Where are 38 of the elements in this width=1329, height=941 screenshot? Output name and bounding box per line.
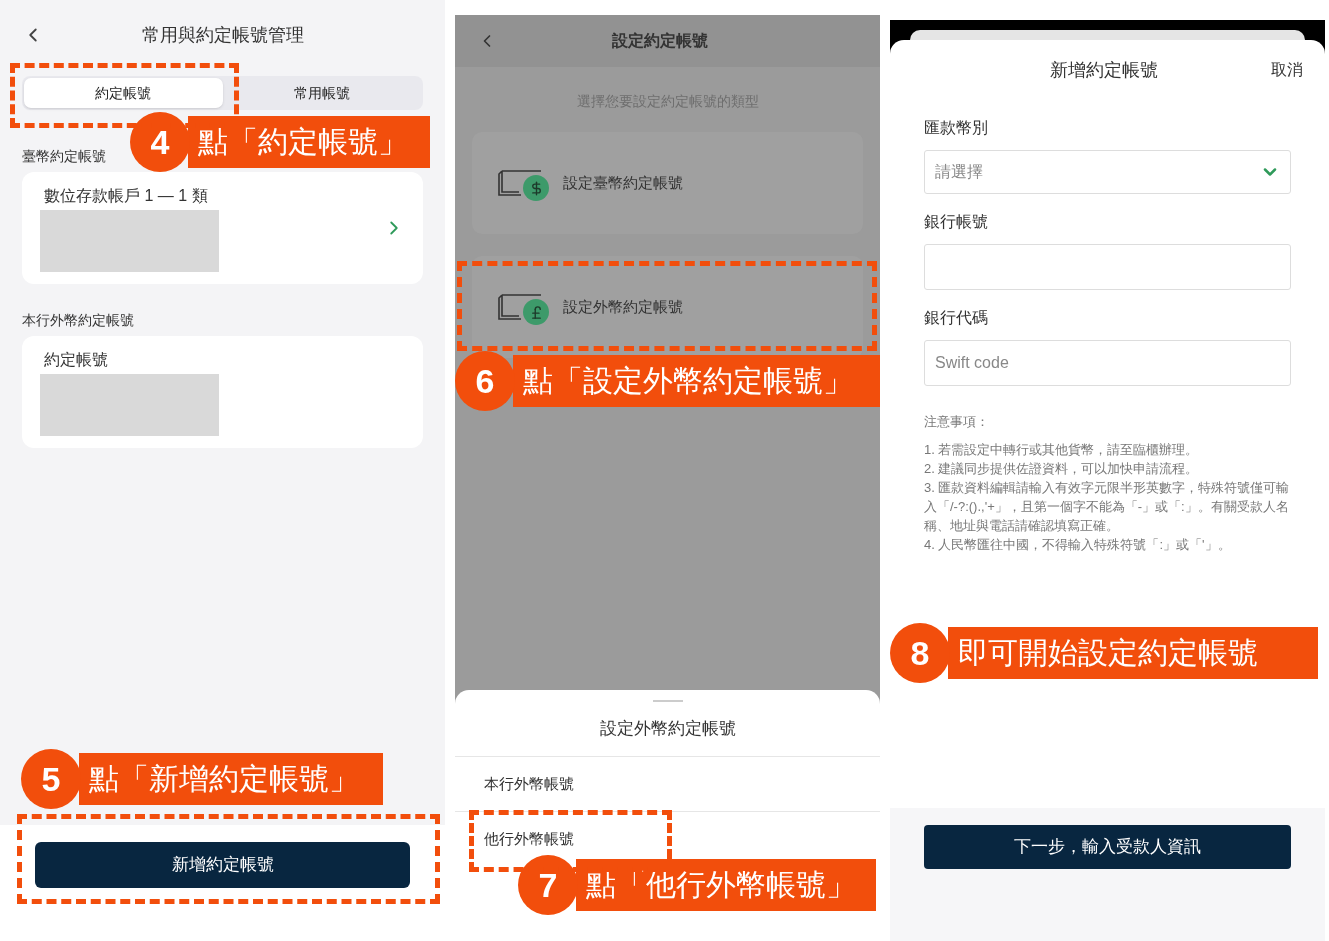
callout-label: 即可開始設定約定帳號 (948, 627, 1318, 679)
field-label: 銀行代碼 (924, 308, 989, 328)
note-text: 2. 建議同步提供佐證資料，可以加快申請流程。 (924, 459, 1200, 478)
note-text: 3. 匯款資料編輯請輸入有效字元限半形英數字，特殊符號僅可輸入「/-?:().,'+」，且第一個字不能為「-」或「:」。有關受款人名稱、地址與電話請確認填寫正確。 (924, 478, 1291, 535)
add-account-button[interactable]: 新增約定帳號 (35, 842, 410, 888)
option-card[interactable]: 設定外幣約定帳號 (472, 256, 863, 358)
section-title: 本行外幣約定帳號 (22, 311, 134, 330)
note-text: 4. 人民幣匯往中國，不得輸入特殊符號「:」或「'」。 (924, 535, 1232, 554)
input-field[interactable]: Swift code (924, 340, 1291, 386)
currency-select[interactable]: 請選擇 (924, 150, 1291, 194)
notes-title: 注意事項： (924, 413, 990, 431)
section-title: 臺幣約定帳號 (22, 147, 106, 166)
screen-title: 設定約定帳號 (612, 31, 708, 51)
step-number-badge: 6 (455, 351, 515, 411)
next-step-button[interactable]: 下一步，輸入受款人資訊 (924, 825, 1291, 869)
step-number-badge: 5 (21, 749, 81, 809)
tab[interactable]: 約定帳號 (24, 78, 223, 108)
callout-label: 點「約定帳號」 (188, 116, 430, 168)
sheet-title: 新增約定帳號 (1050, 58, 1158, 82)
account-name: 約定帳號 (44, 350, 109, 370)
account-card[interactable]: 數位存款帳戶 1 — 1 類 (22, 172, 423, 284)
sheet-item[interactable]: 本行外幣帳號 (484, 772, 574, 796)
cancel-button[interactable]: 取消 (1271, 58, 1303, 82)
note-text: 1. 若需設定中轉行或其他貨幣，請至臨櫃辦理。 (924, 440, 1200, 459)
input-field[interactable] (924, 244, 1291, 290)
field-label: 匯款幣別 (924, 118, 989, 138)
step-number-badge: 4 (130, 112, 190, 172)
sheet-handle (652, 700, 683, 702)
callout-label: 點「設定外幣約定帳號」 (513, 355, 880, 407)
account-card[interactable]: 約定帳號 (22, 336, 423, 448)
sheet-title: 設定外幣約定帳號 (598, 718, 737, 740)
tab[interactable]: 常用帳號 (222, 78, 421, 108)
callout-label: 點「新增約定帳號」 (79, 753, 383, 805)
screen-title: 常用與約定帳號管理 (142, 23, 304, 47)
field-label: 銀行帳號 (924, 212, 989, 232)
sheet-item[interactable]: 他行外幣帳號 (484, 827, 574, 851)
option-card[interactable]: 設定臺幣約定帳號 (472, 132, 863, 234)
account-name: 數位存款帳戶 1 — 1 類 (44, 186, 209, 206)
